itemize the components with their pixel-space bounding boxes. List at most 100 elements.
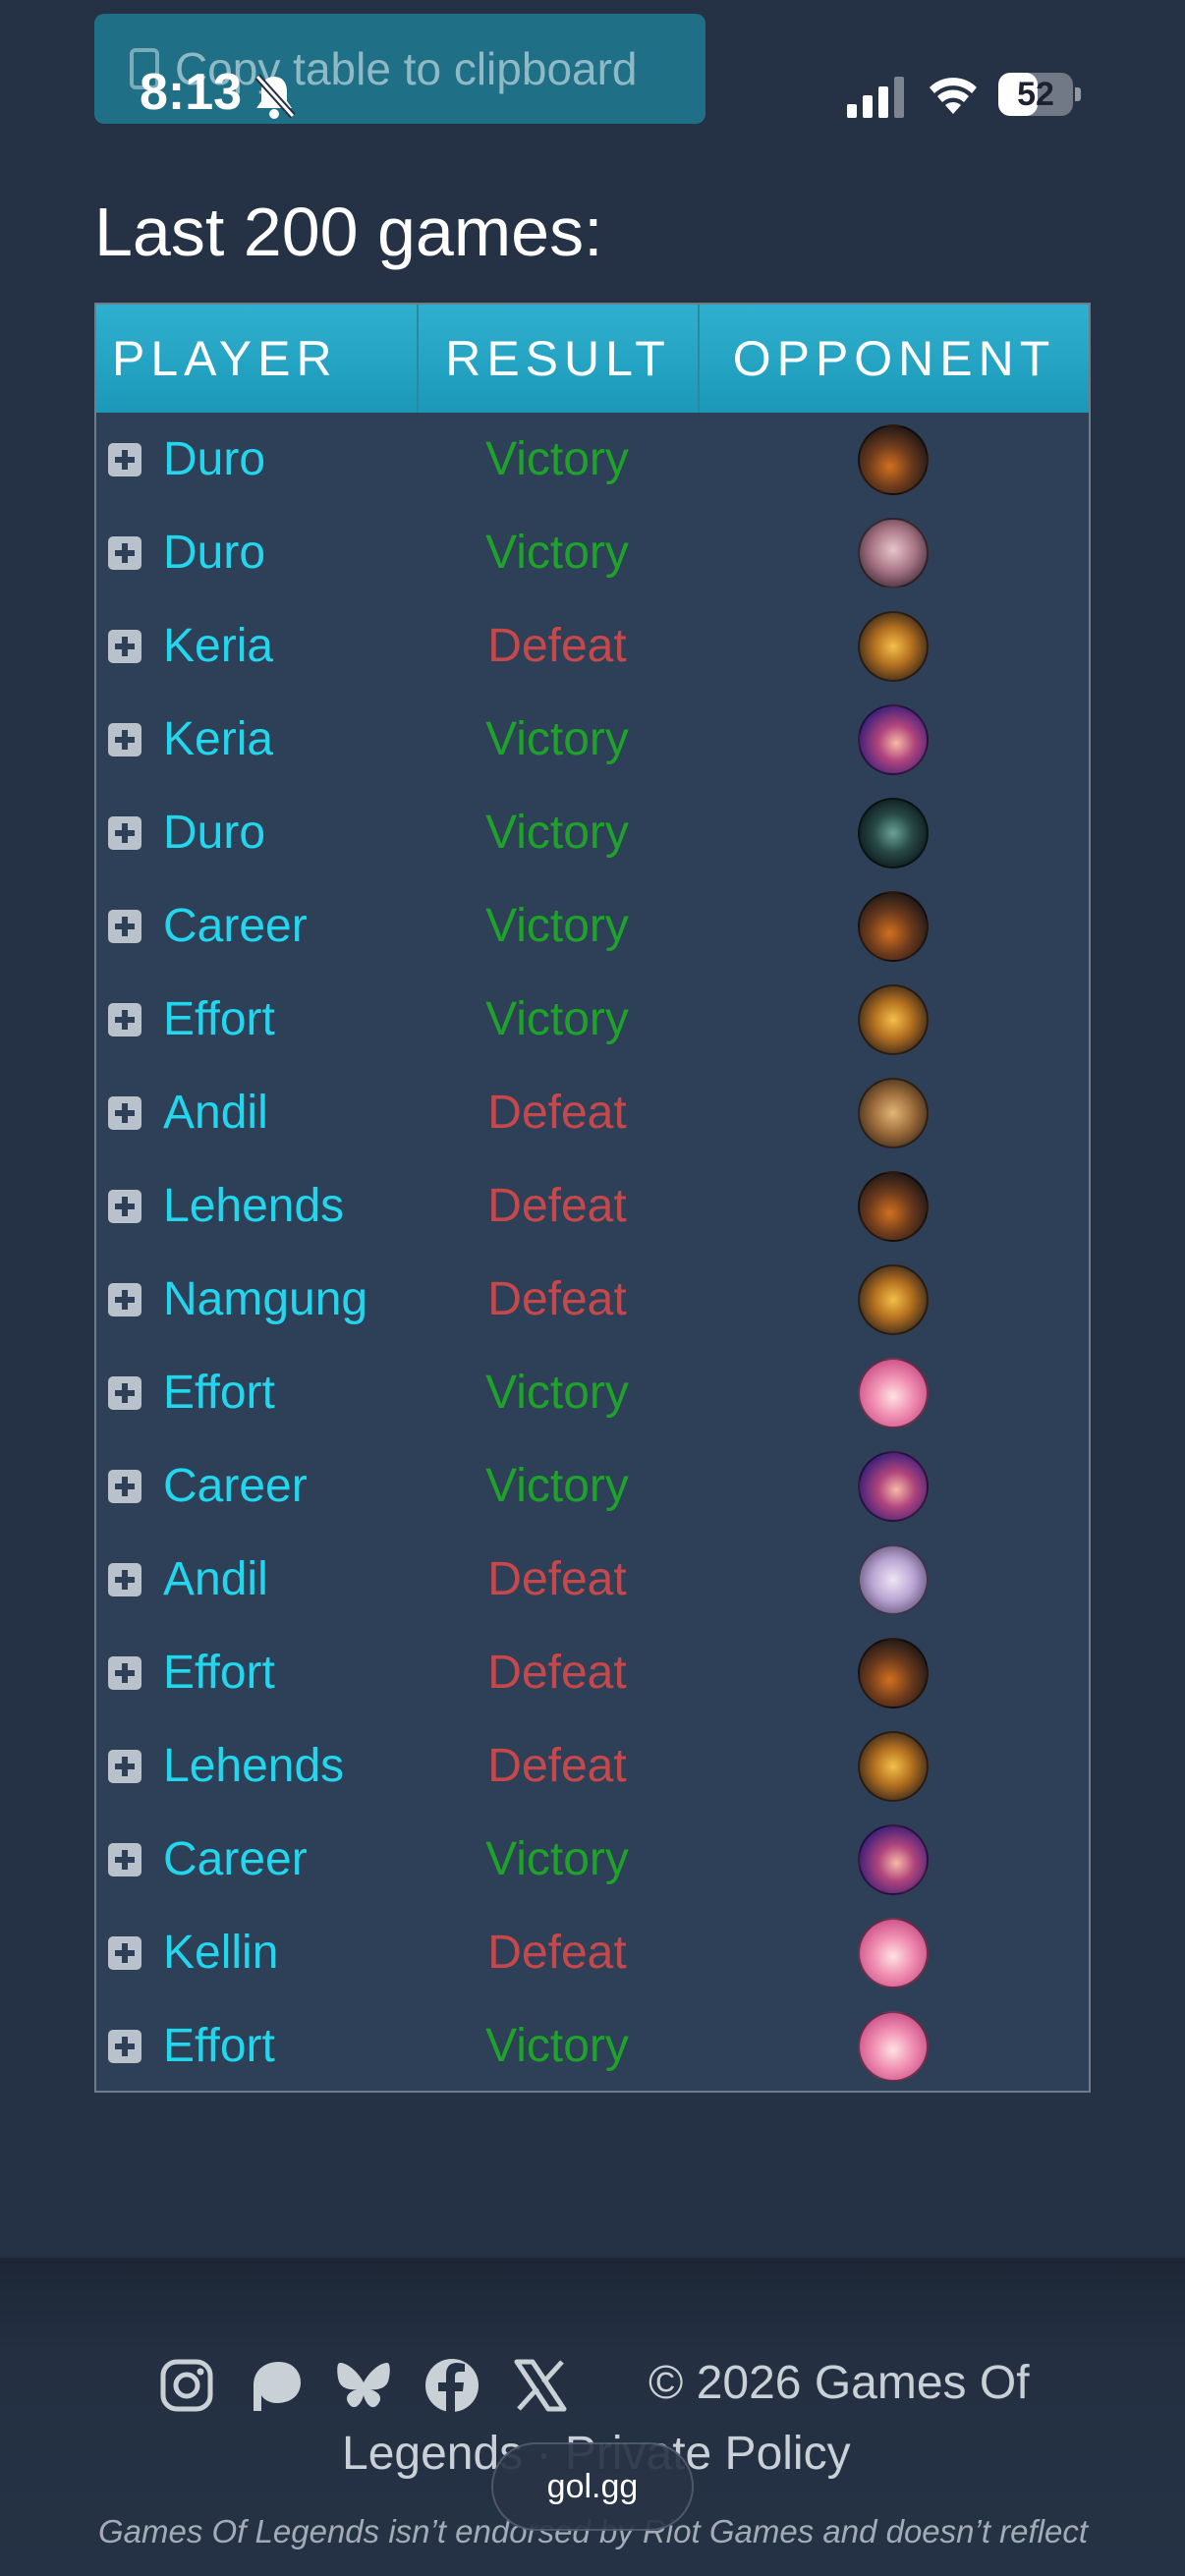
opponent-champion-icon — [858, 797, 929, 868]
opponent-champion-icon — [858, 1917, 929, 1988]
player-link[interactable]: Effort — [163, 1366, 275, 1420]
player-link[interactable]: Effort — [163, 992, 275, 1046]
player-link[interactable]: Duro — [163, 806, 265, 860]
player-link[interactable]: Andil — [163, 1086, 268, 1140]
facebook-icon[interactable] — [423, 2356, 481, 2415]
player-cell: Andil — [96, 1552, 417, 1606]
expand-row-icon[interactable] — [108, 1095, 141, 1130]
patreon-icon[interactable] — [246, 2356, 305, 2415]
expand-row-icon[interactable] — [108, 815, 141, 850]
expand-row-icon[interactable] — [108, 1469, 141, 1503]
table-row: Keria Defeat — [96, 599, 1089, 693]
table-row: Andil Defeat — [96, 1066, 1089, 1159]
expand-row-icon[interactable] — [108, 1749, 141, 1783]
result-cell: Victory — [485, 807, 629, 859]
result-cell: Defeat — [487, 1273, 627, 1325]
games-table: PLAYER RESULT OPPONENT Duro Victory Duro Vi… — [94, 303, 1091, 2093]
result-cell: Victory — [485, 713, 629, 765]
opponent-cell — [698, 1077, 1089, 1148]
browser-domain: gol.gg — [546, 2467, 639, 2505]
player-link[interactable]: Lehends — [163, 1739, 344, 1793]
opponent-cell — [698, 983, 1089, 1055]
player-link[interactable]: Duro — [163, 526, 265, 580]
expand-row-icon[interactable] — [108, 1655, 141, 1690]
player-link[interactable]: Kellin — [163, 1926, 278, 1980]
player-link[interactable]: Keria — [163, 619, 273, 673]
table-row: Effort Defeat — [96, 1626, 1089, 1719]
expand-row-icon[interactable] — [108, 535, 141, 570]
opponent-champion-icon — [858, 983, 929, 1055]
opponent-champion-icon — [858, 1543, 929, 1615]
opponent-champion-icon — [858, 703, 929, 775]
opponent-cell — [698, 1170, 1089, 1242]
player-cell: Career — [96, 899, 417, 953]
result-cell: Defeat — [487, 1553, 627, 1605]
player-cell: Career — [96, 1459, 417, 1513]
player-cell: Effort — [96, 2019, 417, 2073]
expand-row-icon[interactable] — [108, 1842, 141, 1876]
expand-row-icon[interactable] — [108, 629, 141, 663]
result-cell: Defeat — [487, 1180, 627, 1232]
player-cell: Effort — [96, 992, 417, 1046]
x-icon[interactable] — [511, 2356, 570, 2415]
opponent-champion-icon — [858, 1637, 929, 1708]
player-link[interactable]: Effort — [163, 2019, 275, 2073]
table-row: Effort Victory — [96, 1999, 1089, 2093]
copy-table-label: Copy table to clipboard — [175, 43, 638, 94]
player-link[interactable]: Duro — [163, 432, 265, 486]
expand-row-icon[interactable] — [108, 1189, 141, 1223]
opponent-cell — [698, 1730, 1089, 1802]
table-row: Effort Victory — [96, 973, 1089, 1066]
header-opponent[interactable]: OPPONENT — [698, 305, 1089, 413]
opponent-champion-icon — [858, 517, 929, 588]
table-row: Career Victory — [96, 1439, 1089, 1533]
player-link[interactable]: Career — [163, 899, 308, 953]
player-cell: Duro — [96, 526, 417, 580]
opponent-cell — [698, 423, 1089, 495]
table-row: Keria Victory — [96, 693, 1089, 786]
table-row: Career Victory — [96, 1813, 1089, 1906]
table-body: Duro Victory Duro Victory Keria Defeat Keria Vi… — [96, 413, 1089, 2093]
header-result[interactable]: RESULT — [417, 305, 698, 413]
opponent-cell — [698, 1637, 1089, 1708]
result-cell: Defeat — [487, 1740, 627, 1792]
player-link[interactable]: Lehends — [163, 1179, 344, 1233]
player-link[interactable]: Namgung — [163, 1272, 367, 1326]
copyright-text: © 2026 Games Of — [649, 2357, 1030, 2409]
bluesky-icon[interactable] — [334, 2356, 393, 2415]
opponent-cell — [698, 1357, 1089, 1428]
player-link[interactable]: Keria — [163, 712, 273, 766]
opponent-cell — [698, 1917, 1089, 1988]
opponent-champion-icon — [858, 890, 929, 962]
expand-row-icon[interactable] — [108, 1935, 141, 1970]
expand-row-icon[interactable] — [108, 442, 141, 476]
expand-row-icon[interactable] — [108, 722, 141, 756]
result-cell: Defeat — [487, 620, 627, 672]
expand-row-icon[interactable] — [108, 1562, 141, 1596]
player-link[interactable]: Effort — [163, 1646, 275, 1700]
player-link[interactable]: Career — [163, 1832, 308, 1886]
player-link[interactable]: Career — [163, 1459, 308, 1513]
instagram-icon[interactable] — [157, 2356, 216, 2415]
expand-row-icon[interactable] — [108, 2029, 141, 2063]
bell-muted-icon — [254, 74, 296, 119]
opponent-champion-icon — [858, 1450, 929, 1522]
opponent-cell — [698, 1543, 1089, 1615]
opponent-champion-icon — [858, 2010, 929, 2082]
opponent-cell — [698, 703, 1089, 775]
result-cell: Victory — [485, 993, 629, 1045]
wifi-icon — [930, 78, 977, 114]
opponent-champion-icon — [858, 1170, 929, 1242]
player-cell: Career — [96, 1832, 417, 1886]
header-player[interactable]: PLAYER — [96, 305, 417, 413]
battery-icon: 52 — [998, 73, 1081, 116]
player-link[interactable]: Andil — [163, 1552, 268, 1606]
expand-row-icon[interactable] — [108, 909, 141, 943]
browser-url-pill[interactable]: gol.gg — [491, 2442, 694, 2531]
opponent-champion-icon — [858, 1357, 929, 1428]
player-cell: Kellin — [96, 1926, 417, 1980]
table-row: Duro Victory — [96, 506, 1089, 599]
expand-row-icon[interactable] — [108, 1282, 141, 1316]
expand-row-icon[interactable] — [108, 1375, 141, 1410]
expand-row-icon[interactable] — [108, 1002, 141, 1036]
